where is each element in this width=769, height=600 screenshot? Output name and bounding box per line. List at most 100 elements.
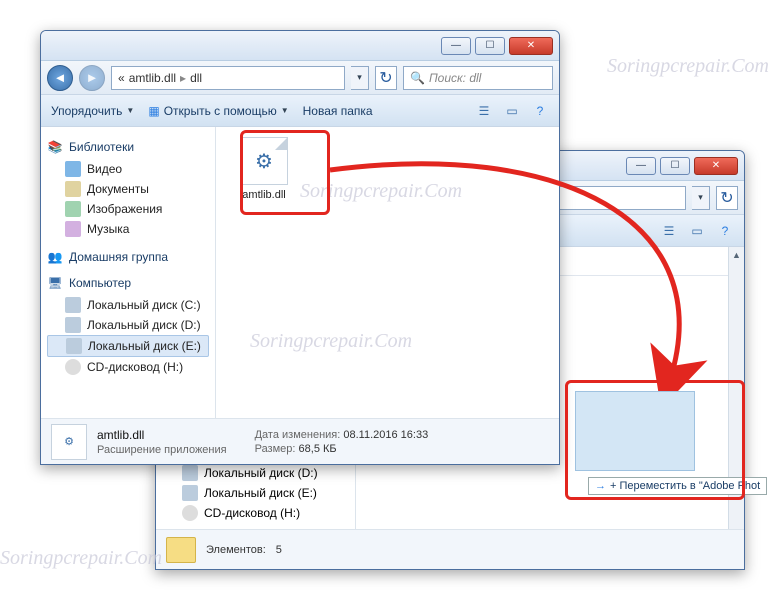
maximize-button[interactable]: [660, 157, 690, 175]
details-size-label: Размер:: [255, 443, 296, 455]
help-icon[interactable]: ?: [716, 222, 734, 240]
preview-pane-icon[interactable]: ▭: [688, 222, 706, 240]
back-button[interactable]: ◄: [47, 65, 73, 91]
status-items-count: 5: [276, 544, 282, 556]
sidebar-item-label: Локальный диск (E:): [204, 486, 317, 500]
file-item-amtlib[interactable]: ⚙ amtlib.dll: [226, 137, 302, 201]
sidebar-item-label: Видео: [87, 162, 122, 176]
chevron-down-icon: ▼: [126, 106, 134, 115]
minimize-button[interactable]: [441, 37, 471, 55]
file-list-area[interactable]: ⚙ amtlib.dll: [216, 127, 559, 418]
navbar: ◄ ► « amtlib.dll ▸ dll ▾ ↻ 🔍 Поиск: dll: [41, 61, 559, 95]
toolbar: Упорядочить ▼ ▦Открыть с помощью▼ Новая п…: [41, 95, 559, 127]
sidebar: 📚Библиотеки Видео Документы Изображения …: [41, 127, 216, 418]
sidebar-item-label: Локальный диск (E:): [88, 339, 201, 353]
cd-icon: [182, 505, 198, 521]
toolbar-right-icons: ☰ ▭ ?: [660, 222, 734, 240]
details-filetype: Расширение приложения: [97, 444, 227, 456]
details-size-value: 68,5 КБ: [299, 443, 337, 455]
drag-tooltip-text: + Переместить в "Adobe Phot: [610, 480, 760, 492]
details-pane: ⚙ amtlib.dll Расширение приложения Дата …: [41, 418, 559, 464]
drag-drop-target[interactable]: [575, 391, 695, 471]
new-folder-button[interactable]: Новая папка: [303, 104, 373, 118]
sidebar-item-label: CD-дисковод (H:): [204, 506, 300, 520]
sidebar-group-label: Домашняя группа: [69, 250, 168, 264]
disk-icon: [182, 465, 198, 481]
sidebar-item-disk-d[interactable]: Локальный диск (D:): [164, 463, 347, 483]
minimize-button[interactable]: [626, 157, 656, 175]
sidebar-group-libraries[interactable]: 📚 Библиотеки: [47, 139, 209, 155]
sidebar-item-music[interactable]: Музыка: [47, 219, 209, 239]
images-icon: [65, 201, 81, 217]
libraries-icon: 📚: [47, 139, 63, 155]
toolbar-label: Упорядочить: [51, 104, 122, 118]
search-input[interactable]: 🔍 Поиск: dll: [403, 66, 553, 90]
sidebar-item-label: CD-дисковод (H:): [87, 360, 183, 374]
view-options-icon[interactable]: ☰: [475, 102, 493, 120]
sidebar-item-disk-d[interactable]: Локальный диск (D:): [47, 315, 209, 335]
breadcrumb-segment[interactable]: amtlib.dll: [129, 71, 176, 85]
app-icon: ▦: [148, 104, 159, 118]
help-icon[interactable]: ?: [531, 102, 549, 120]
refresh-button[interactable]: ↻: [375, 66, 397, 90]
disk-icon: [182, 485, 198, 501]
sidebar-item-disk-e[interactable]: Локальный диск (E:): [47, 335, 209, 357]
sidebar-group-label: Библиотеки: [69, 140, 134, 154]
watermark: Soringpcrepair.Com: [607, 55, 769, 78]
open-with-menu[interactable]: ▦Открыть с помощью▼: [148, 104, 288, 118]
breadcrumb-dropdown[interactable]: ▾: [692, 186, 710, 210]
music-icon: [65, 221, 81, 237]
sidebar-group-label: Компьютер: [69, 276, 131, 290]
breadcrumb-prefix: «: [118, 71, 125, 85]
sidebar-item-documents[interactable]: Документы: [47, 179, 209, 199]
statusbar: Элементов: 5: [156, 529, 744, 569]
organize-menu[interactable]: Упорядочить ▼: [51, 104, 134, 118]
details-date-label: Дата изменения:: [255, 429, 341, 441]
close-button[interactable]: [509, 37, 553, 55]
sidebar-item-disk-c[interactable]: Локальный диск (C:): [47, 295, 209, 315]
refresh-button[interactable]: ↻: [716, 186, 738, 210]
sidebar-item-disk-e[interactable]: Локальный диск (E:): [164, 483, 347, 503]
folder-icon: [166, 537, 196, 563]
status-items-label: Элементов:: [206, 544, 266, 556]
breadcrumb-dropdown[interactable]: ▾: [351, 66, 369, 90]
disk-icon: [65, 297, 81, 313]
window-body: 📚Библиотеки Видео Документы Изображения …: [41, 127, 559, 418]
breadcrumb[interactable]: « amtlib.dll ▸ dll: [111, 66, 345, 90]
move-arrow-icon: →: [595, 480, 606, 492]
dll-file-icon: ⚙: [51, 424, 87, 460]
breadcrumb-segment[interactable]: dll: [190, 71, 202, 85]
toolbar-right-icons: ☰ ▭ ?: [475, 102, 549, 120]
cd-icon: [65, 359, 81, 375]
sidebar-item-label: Локальный диск (D:): [87, 318, 201, 332]
details-date-value: 08.11.2016 16:33: [343, 429, 428, 441]
forward-button[interactable]: ►: [79, 65, 105, 91]
search-placeholder: Поиск: dll: [429, 71, 481, 85]
sidebar-item-video[interactable]: Видео: [47, 159, 209, 179]
sidebar-group-homegroup[interactable]: 👥Домашняя группа: [47, 249, 209, 265]
close-button[interactable]: [694, 157, 738, 175]
preview-pane-icon[interactable]: ▭: [503, 102, 521, 120]
toolbar-label: Новая папка: [303, 104, 373, 118]
scroll-up-icon[interactable]: ▲: [729, 247, 744, 263]
sidebar-group-computer[interactable]: 🖥Компьютер: [47, 275, 209, 291]
video-icon: [65, 161, 81, 177]
sidebar-item-images[interactable]: Изображения: [47, 199, 209, 219]
chevron-right-icon: ▸: [180, 71, 186, 85]
drag-tooltip: → + Переместить в "Adobe Phot: [588, 477, 767, 495]
sidebar-item-label: Изображения: [87, 202, 162, 216]
file-name-label: amtlib.dll: [226, 189, 302, 201]
disk-icon: [66, 338, 82, 354]
view-options-icon[interactable]: ☰: [660, 222, 678, 240]
gear-icon: ⚙: [255, 149, 273, 174]
documents-icon: [65, 181, 81, 197]
sidebar-item-cd-h[interactable]: CD-дисковод (H:): [164, 503, 347, 523]
titlebar: [41, 31, 559, 61]
maximize-button[interactable]: [475, 37, 505, 55]
sidebar-item-cd-h[interactable]: CD-дисковод (H:): [47, 357, 209, 377]
chevron-down-icon: ▼: [281, 106, 289, 115]
sidebar-item-label: Музыка: [87, 222, 129, 236]
sidebar-item-label: Локальный диск (D:): [204, 466, 318, 480]
search-icon: 🔍: [410, 71, 425, 85]
sidebar-fragment: Локальный диск (D:) Локальный диск (E:) …: [156, 457, 356, 529]
